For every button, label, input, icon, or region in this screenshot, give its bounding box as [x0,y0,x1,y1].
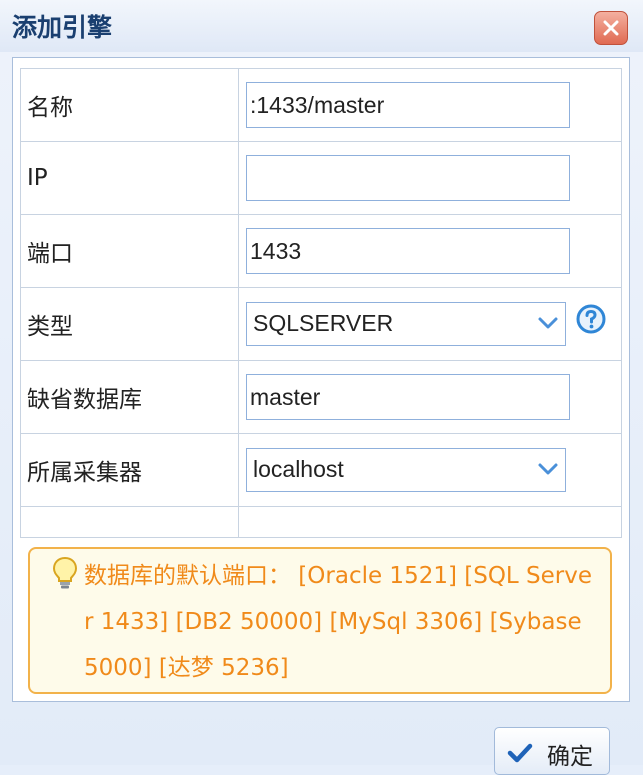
form-row-collector: 所属采集器 localhost [20,433,622,507]
type-label: 类型 [20,287,239,361]
chevron-down-icon [538,463,558,475]
default-ports-hint-text: 数据库的默认端口： [Oracle 1521] [SQL Server 1433… [84,563,593,681]
ip-label: IP [20,141,239,215]
dialog-title: 添加引擎 [12,13,113,42]
default-db-label: 缺省数据库 [20,360,239,434]
spacer-cell [238,506,622,538]
close-button[interactable] [594,11,628,45]
engine-form: 名称 IP 端口 类型 SQL [20,68,622,538]
form-row-default-db: 缺省数据库 [20,360,622,434]
collector-select[interactable]: localhost [246,448,566,492]
chevron-down-icon [538,317,558,329]
collector-select-value: localhost [253,456,344,482]
checkmark-icon [507,743,533,763]
port-input[interactable] [246,228,570,274]
default-ports-hint: 数据库的默认端口： [Oracle 1521] [SQL Server 1433… [28,547,612,694]
port-label: 端口 [20,214,239,288]
name-input[interactable] [246,82,570,128]
type-select-value: SQLSERVER [253,310,394,336]
form-row-name: 名称 [20,68,622,142]
add-engine-dialog: 添加引擎 名称 IP 端口 [0,0,643,775]
lightbulb-icon [52,556,78,589]
close-icon [603,20,619,36]
form-row-port: 端口 [20,214,622,288]
collector-label: 所属采集器 [20,433,239,507]
form-panel: 名称 IP 端口 类型 SQL [12,57,630,702]
confirm-button[interactable]: 确定 [494,727,610,775]
help-icon[interactable] [576,304,606,334]
confirm-label: 确定 [547,744,593,770]
name-label: 名称 [20,68,239,142]
default-db-input[interactable] [246,374,570,420]
type-select[interactable]: SQLSERVER [246,302,566,346]
form-row-spacer [20,506,622,538]
ip-input[interactable] [246,155,570,201]
form-row-ip: IP [20,141,622,215]
spacer-cell [20,506,239,538]
dialog-titlebar[interactable]: 添加引擎 [0,0,643,52]
form-row-type: 类型 SQLSERVER [20,287,622,361]
